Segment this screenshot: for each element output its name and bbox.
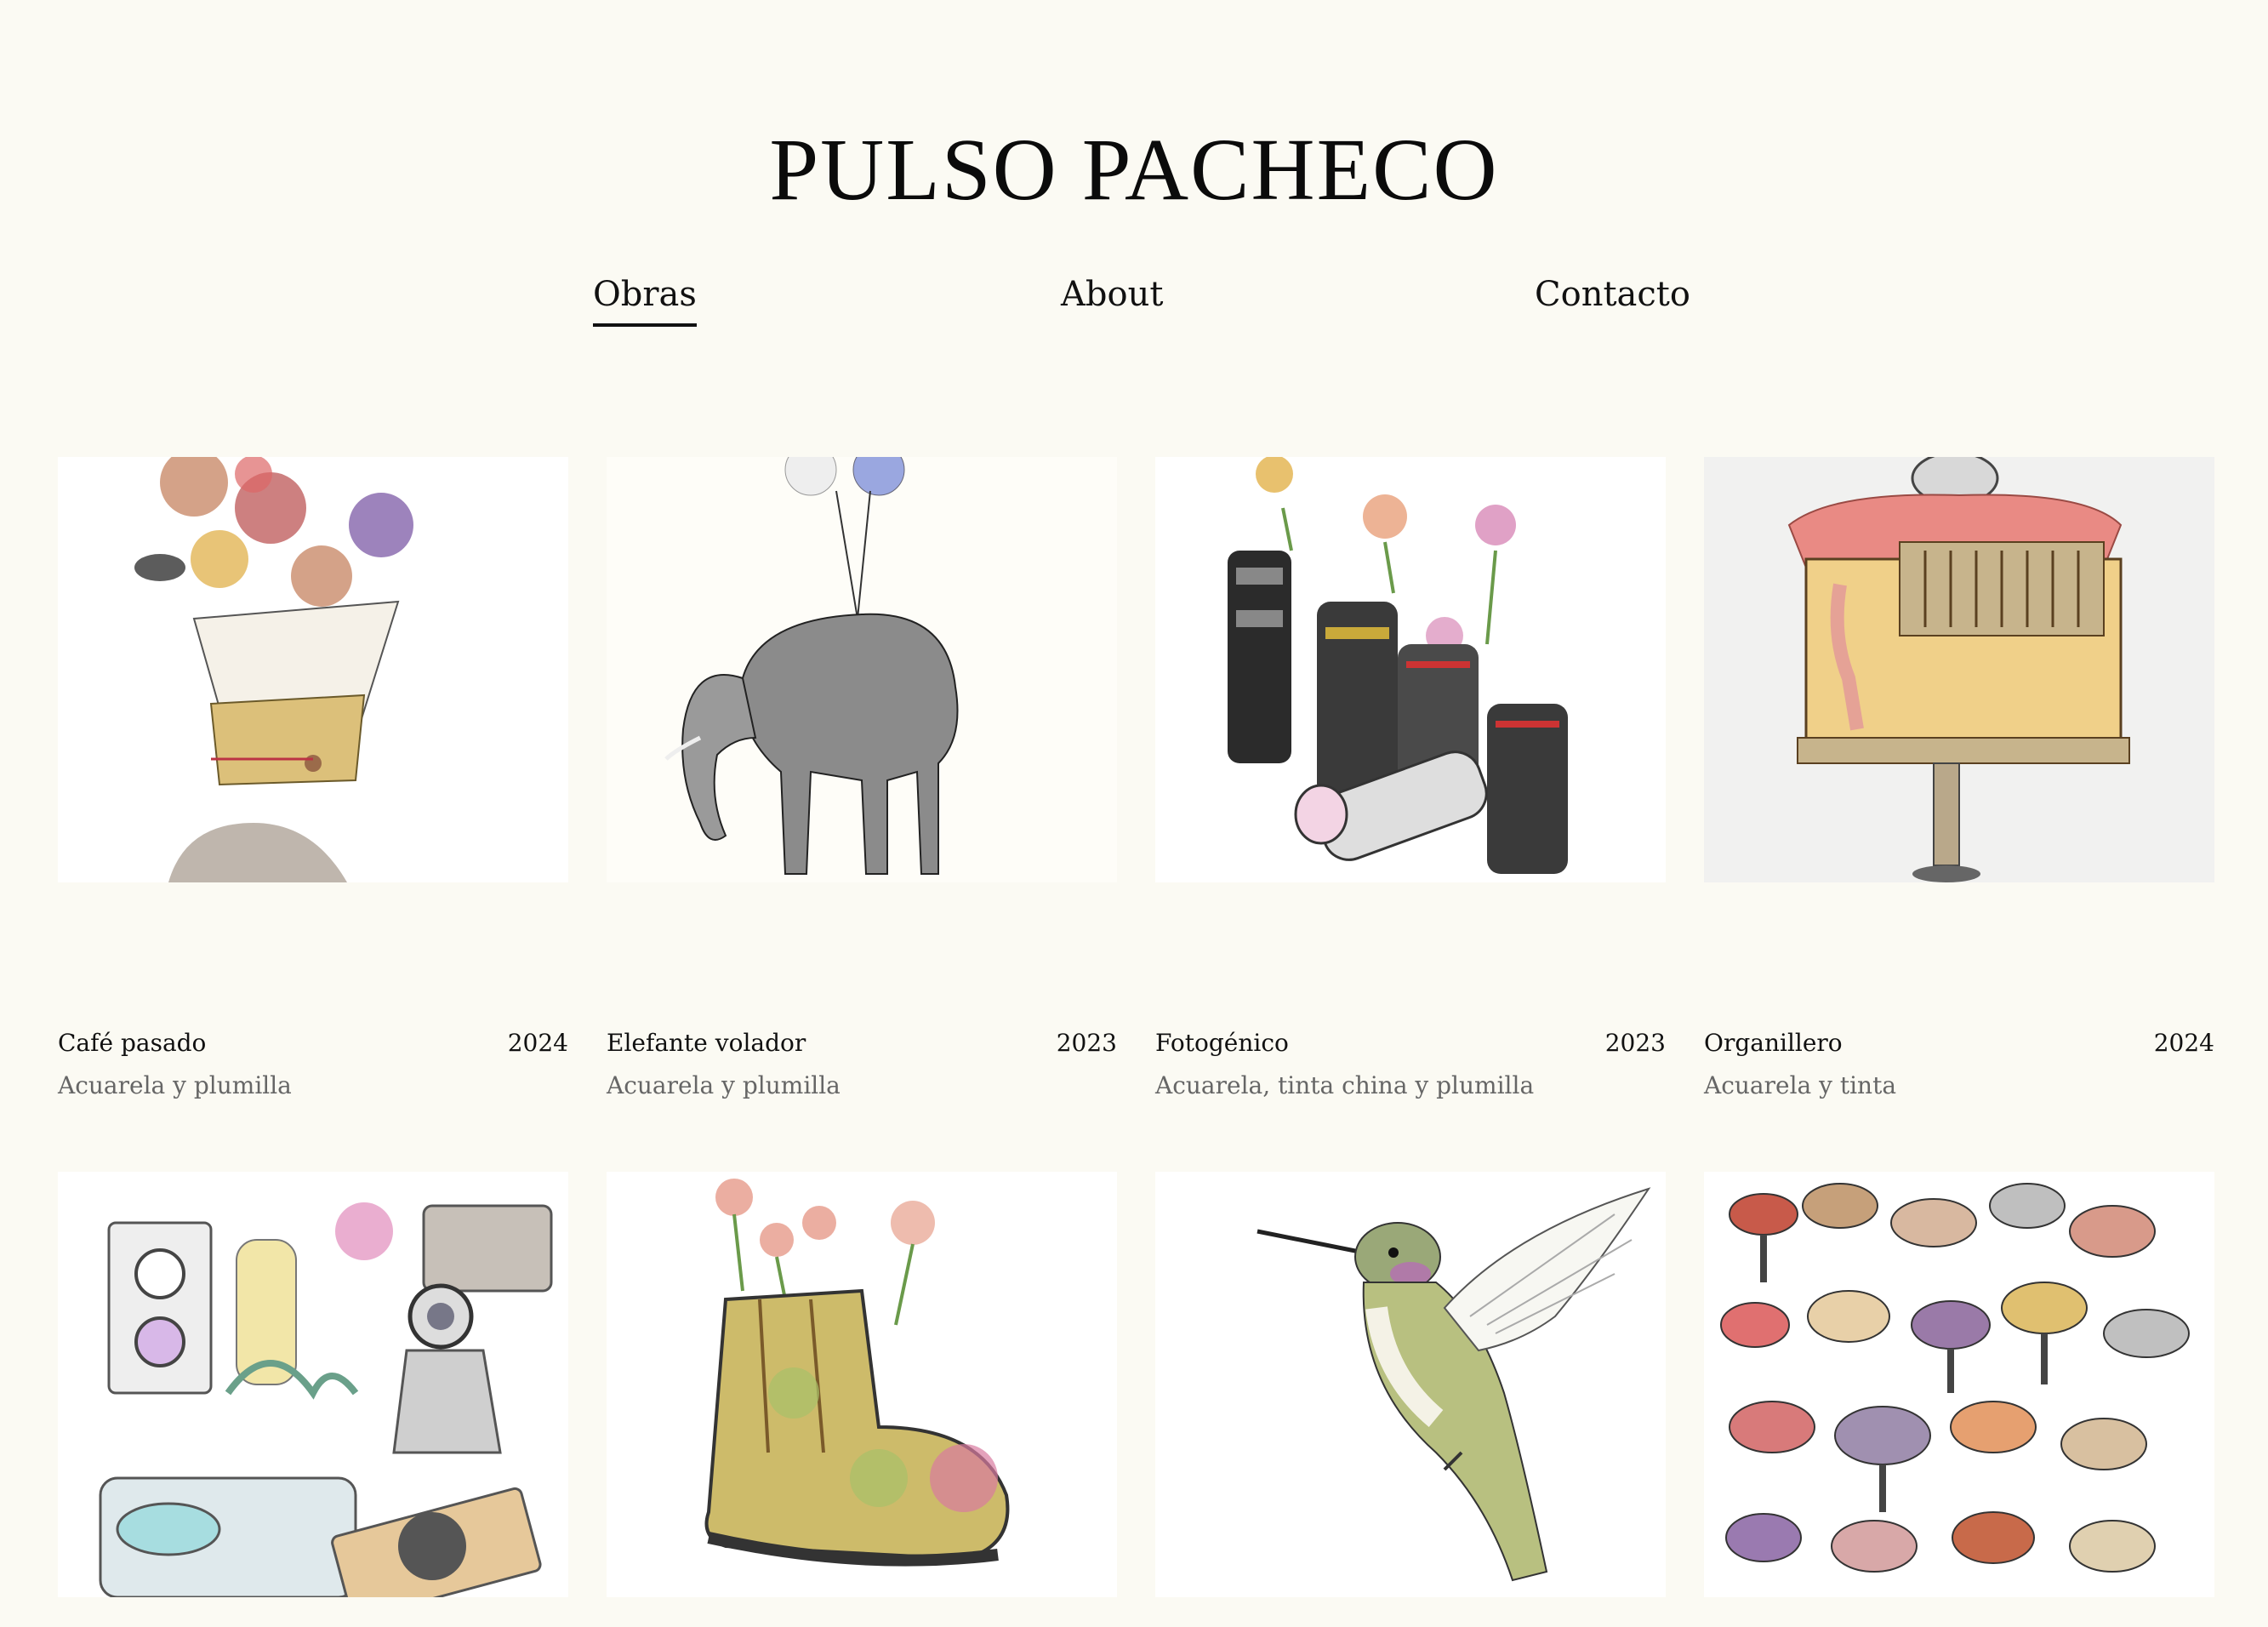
artwork-card[interactable]: Café pasado 2024 Acuarela y plumilla (58, 457, 568, 1099)
artwork-card[interactable]: Elefante volador 2023 Acuarela y plumill… (607, 457, 1117, 1099)
artwork-image[interactable] (1155, 457, 1666, 882)
artwork-image[interactable] (1155, 1172, 1666, 1597)
artwork-image[interactable] (58, 457, 568, 882)
artwork-card[interactable]: Fotogénico 2023 Acuarela, tinta china y … (1155, 457, 1666, 1099)
artwork-card[interactable] (58, 1172, 568, 1597)
nav-obras[interactable]: Obras (593, 274, 697, 327)
artwork-title[interactable]: Fotogénico (1155, 1029, 1289, 1057)
artwork-medium: Acuarela y tinta (1704, 1071, 1897, 1099)
nav-about[interactable]: About (1061, 274, 1163, 315)
artwork-year: 2023 (1604, 1029, 1666, 1057)
artwork-medium: Acuarela, tinta china y plumilla (1155, 1071, 1535, 1099)
artwork-medium: Acuarela y plumilla (58, 1071, 292, 1099)
artwork-title[interactable]: Elefante volador (607, 1029, 806, 1057)
artwork-image[interactable] (607, 1172, 1117, 1597)
artwork-year: 2023 (1056, 1029, 1117, 1057)
artwork-image[interactable] (1704, 1172, 2214, 1597)
artwork-medium: Acuarela y plumilla (607, 1071, 841, 1099)
artwork-image[interactable] (607, 457, 1117, 882)
artwork-card[interactable]: Organillero 2024 Acuarela y tinta (1704, 457, 2214, 1099)
artwork-card[interactable] (1155, 1172, 1666, 1597)
artwork-image[interactable] (58, 1172, 568, 1597)
artwork-title[interactable]: Organillero (1704, 1029, 1843, 1057)
artwork-title[interactable]: Café pasado (58, 1029, 206, 1057)
nav-contacto[interactable]: Contacto (1535, 274, 1690, 315)
site-title[interactable]: PULSO PACHECO (0, 126, 2268, 214)
artwork-year: 2024 (507, 1029, 568, 1057)
artwork-year: 2024 (2153, 1029, 2214, 1057)
artwork-card[interactable] (607, 1172, 1117, 1597)
artwork-card[interactable] (1704, 1172, 2214, 1597)
artwork-image[interactable] (1704, 457, 2214, 882)
